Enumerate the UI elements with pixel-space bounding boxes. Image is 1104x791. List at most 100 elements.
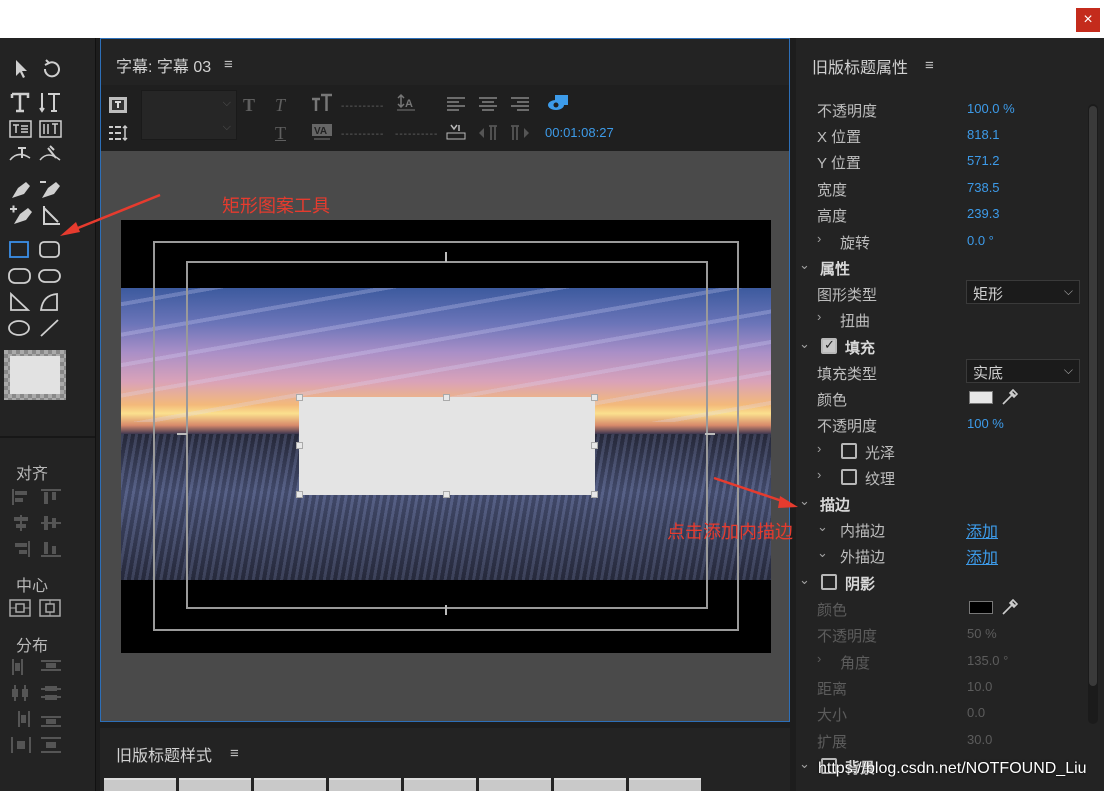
chevron-down-icon[interactable]: ⌄ (817, 545, 828, 561)
chevron-right-icon[interactable]: › (817, 441, 821, 456)
style-thumbnail[interactable] (179, 778, 251, 791)
font-size-icon[interactable] (311, 93, 333, 113)
opacity-value[interactable]: 100.0 % (967, 101, 1015, 116)
wedge-tool-icon[interactable] (7, 291, 33, 313)
resize-handle[interactable] (591, 442, 598, 449)
tab-stops-icon[interactable] (107, 123, 129, 143)
ellipse-tool-icon[interactable] (7, 317, 33, 339)
chevron-down-icon[interactable]: ⌄ (817, 519, 828, 535)
attributes-section[interactable]: ⌄ 属性 (796, 254, 1086, 280)
tab-ruler-icon[interactable] (445, 123, 467, 143)
distribute-center-h-icon[interactable] (10, 684, 32, 702)
vertical-area-type-tool-icon[interactable] (38, 118, 64, 140)
shadow-size-value[interactable]: 0.0 (967, 705, 985, 720)
shadow-opacity-value[interactable]: 50 % (967, 626, 997, 641)
paragraph-left-icon[interactable] (477, 123, 499, 143)
y-position-value[interactable]: 571.2 (967, 153, 1000, 168)
selection-tool-icon[interactable] (8, 58, 34, 80)
height-value[interactable]: 239.3 (967, 206, 1000, 221)
title-panel-menu-icon[interactable]: ≡ (224, 56, 233, 73)
template-icon[interactable] (107, 95, 129, 115)
chevron-right-icon[interactable]: › (817, 651, 821, 666)
rotation-row[interactable]: › 旋转 0.0 ° (796, 228, 1086, 254)
resize-handle[interactable] (443, 394, 450, 401)
font-family-select[interactable]: ⌵ ⌵ (141, 90, 237, 140)
style-thumbnail[interactable] (479, 778, 551, 791)
clipped-corner-rectangle-tool-icon[interactable] (7, 265, 33, 287)
line-tool-icon[interactable] (37, 317, 63, 339)
align-text-left-icon[interactable] (445, 95, 467, 115)
add-inner-stroke-link[interactable]: 添加 (966, 518, 998, 542)
align-bottom-icon[interactable] (40, 540, 62, 558)
align-text-right-icon[interactable] (509, 95, 531, 115)
leading-icon[interactable]: A (395, 93, 417, 113)
add-outer-stroke-link[interactable]: 添加 (966, 544, 998, 568)
fill-opacity-value[interactable]: 100 % (967, 416, 1004, 431)
timecode[interactable]: 00:01:08:27 (545, 125, 614, 140)
leading-value[interactable]: ---------- (395, 129, 438, 140)
rotation-tool-icon[interactable] (38, 58, 64, 80)
style-thumbnail[interactable] (404, 778, 476, 791)
shadow-distance-value[interactable]: 10.0 (967, 679, 992, 694)
distribute-spacing-h-icon[interactable] (10, 736, 32, 754)
center-vertical-icon[interactable] (39, 599, 61, 617)
resize-handle[interactable] (296, 394, 303, 401)
fill-section[interactable]: ⌄ 填充 (796, 333, 1086, 359)
align-vertical-center-icon[interactable] (40, 514, 62, 532)
show-video-icon[interactable] (547, 93, 569, 113)
rectangle-tool-icon[interactable] (7, 239, 33, 261)
bold-icon[interactable]: T (243, 95, 265, 115)
styles-panel-menu-icon[interactable]: ≡ (230, 745, 239, 762)
resize-handle[interactable] (296, 491, 303, 498)
chevron-down-icon[interactable]: ⌄ (799, 257, 810, 273)
fill-type-dropdown[interactable]: 实底 ⌵ (966, 359, 1080, 383)
resize-handle[interactable] (296, 442, 303, 449)
title-canvas[interactable] (101, 151, 789, 721)
properties-menu-icon[interactable]: ≡ (925, 57, 934, 74)
rounded-corner-rectangle-tool-icon[interactable] (37, 265, 63, 287)
add-anchor-point-icon[interactable] (8, 204, 34, 226)
arc-tool-icon[interactable] (37, 291, 63, 313)
style-thumbnail[interactable] (329, 778, 401, 791)
distribute-left-icon[interactable] (10, 658, 32, 676)
distort-row[interactable]: › 扭曲 (796, 306, 1086, 332)
fill-color-swatch[interactable] (969, 391, 993, 404)
width-value[interactable]: 738.5 (967, 180, 1000, 195)
shadow-section[interactable]: ⌄ 阴影 (796, 569, 1086, 595)
center-horizontal-icon[interactable] (9, 599, 31, 617)
vertical-type-tool-icon[interactable] (38, 91, 64, 113)
chevron-right-icon[interactable]: › (817, 467, 821, 482)
chevron-down-icon[interactable]: ⌄ (799, 756, 810, 772)
path-type-tool-icon[interactable] (8, 144, 34, 166)
eyedropper-icon[interactable] (1000, 597, 1020, 617)
close-button[interactable]: × (1076, 8, 1100, 32)
kerning-value[interactable]: ---------- (341, 129, 384, 140)
rectangle-shape[interactable] (299, 397, 595, 495)
paragraph-right-icon[interactable] (509, 123, 531, 143)
distribute-top-icon[interactable] (40, 658, 62, 676)
shadow-angle-value[interactable]: 135.0 ° (967, 653, 1008, 668)
align-top-icon[interactable] (40, 488, 62, 506)
resize-handle[interactable] (591, 491, 598, 498)
vertical-path-type-tool-icon[interactable] (38, 144, 64, 166)
sheen-row[interactable]: › 光泽 (796, 438, 1086, 464)
kerning-icon[interactable]: VA (311, 121, 333, 141)
chevron-down-icon[interactable]: ⌄ (799, 572, 810, 588)
style-thumbnail[interactable] (554, 778, 626, 791)
underline-icon[interactable]: T (275, 123, 297, 143)
style-thumbnail[interactable] (629, 778, 701, 791)
font-size-value[interactable]: ---------- (341, 101, 384, 112)
distribute-center-v-icon[interactable] (40, 684, 62, 702)
italic-icon[interactable]: T (275, 95, 297, 115)
chevron-down-icon[interactable]: ⌄ (799, 493, 810, 509)
shadow-checkbox[interactable] (821, 574, 837, 590)
align-left-icon[interactable] (10, 488, 32, 506)
chevron-right-icon[interactable]: › (817, 231, 821, 246)
fill-checkbox[interactable] (821, 337, 837, 354)
shape-type-dropdown[interactable]: 矩形 ⌵ (966, 280, 1080, 304)
convert-anchor-point-icon[interactable] (38, 204, 64, 226)
x-position-value[interactable]: 818.1 (967, 127, 1000, 142)
stroke-section[interactable]: ⌄ 描边 (796, 490, 1086, 516)
shadow-spread-value[interactable]: 30.0 (967, 732, 992, 747)
eyedropper-icon[interactable] (1000, 387, 1020, 407)
